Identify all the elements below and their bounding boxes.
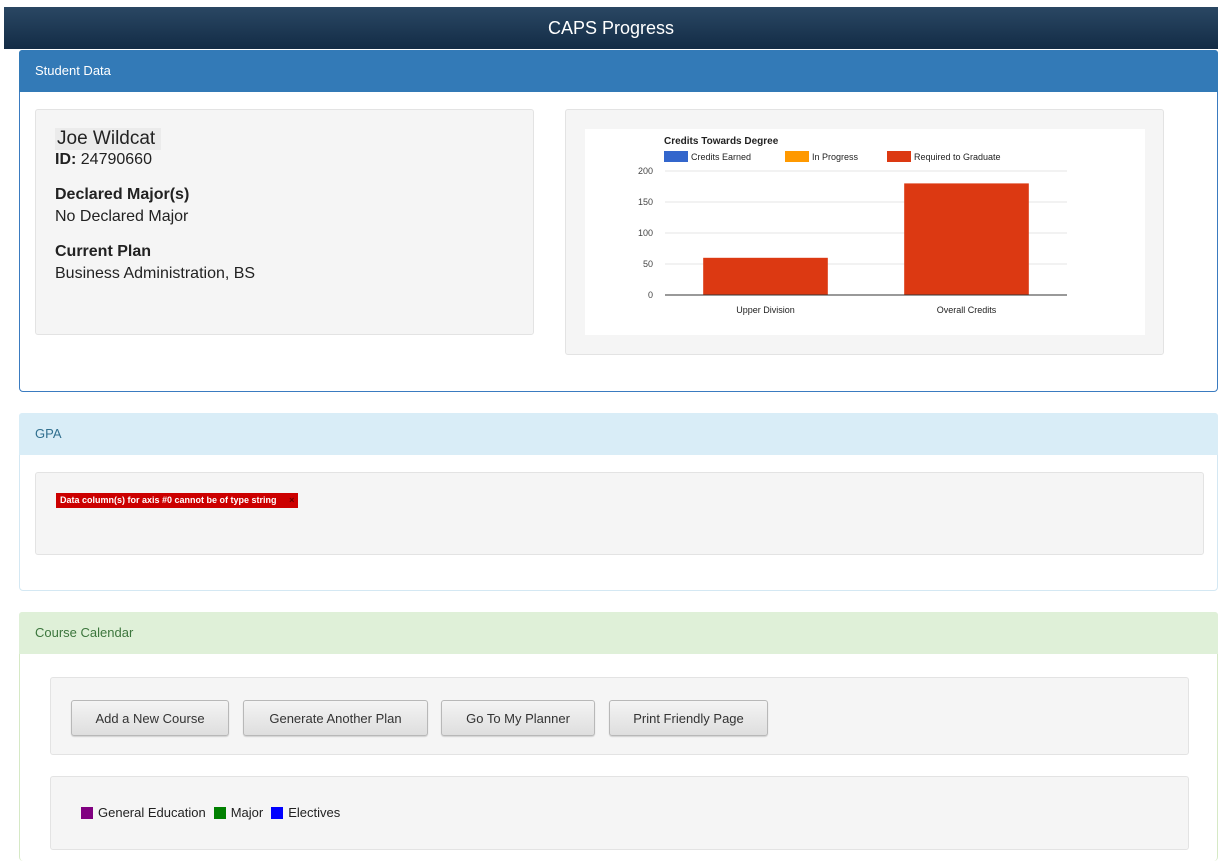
close-icon[interactable]: × <box>289 496 294 505</box>
credits-chart-card: Credits Towards Degree Credits Earned In P… <box>565 109 1164 355</box>
legend-label-major: Major <box>230 805 264 820</box>
student-data-panel: Student Data Joe Wildcat ID: 24790660 De… <box>19 50 1218 392</box>
go-to-my-planner-button[interactable]: Go To My Planner <box>441 700 595 736</box>
chart-legend-label: Required to Graduate <box>914 152 1001 162</box>
legend-item-electives: Electives <box>271 805 340 820</box>
declared-major-label: Declared Major(s) <box>55 186 190 203</box>
chart-bar <box>703 257 828 295</box>
chart-error-text: Data column(s) for axis #0 cannot be of … <box>60 495 277 505</box>
chart-error-message: Data column(s) for axis #0 cannot be of … <box>56 493 299 508</box>
legend-item-major: Major <box>213 805 264 820</box>
calendar-actions-bar: Add a New Course Generate Another Plan G… <box>50 677 1189 755</box>
student-id-label: ID: <box>55 151 77 168</box>
app-title-bar: CAPS Progress <box>4 7 1218 49</box>
gpa-panel: GPA Data column(s) for axis #0 cannot be… <box>19 413 1218 591</box>
student-name: Joe Wildcat <box>55 128 162 150</box>
chart-legend-label: In Progress <box>812 152 859 162</box>
chart-bar <box>904 183 1029 295</box>
chart-legend-label: Credits Earned <box>691 152 751 162</box>
student-id-line: ID: 24790660 <box>55 151 514 169</box>
app-title: CAPS Progress <box>547 18 675 38</box>
course-calendar-panel: Course Calendar Add a New Course Generat… <box>19 612 1218 861</box>
legend-item-general-education: General Education <box>81 805 206 820</box>
chart-y-tick-label: 50 <box>643 259 653 269</box>
generate-another-plan-button[interactable]: Generate Another Plan <box>243 700 428 736</box>
add-new-course-button[interactable]: Add a New Course <box>71 700 229 736</box>
legend-row: General Education Major Electives <box>81 805 348 820</box>
student-info-card: Joe Wildcat ID: 24790660 Declared Major(… <box>35 109 534 335</box>
print-friendly-page-button[interactable]: Print Friendly Page <box>609 700 768 736</box>
legend-label-general-education: General Education <box>98 805 206 820</box>
course-type-legend: General Education Major Electives <box>50 776 1189 850</box>
chart-legend-swatch <box>785 151 809 162</box>
course-calendar-heading: Course Calendar <box>19 612 1218 654</box>
chart-y-tick-label: 100 <box>638 228 653 238</box>
legend-swatch-major <box>213 806 226 819</box>
credits-chart-svg: Credits Towards Degree Credits Earned In P… <box>638 136 1067 315</box>
chart-y-tick-label: 200 <box>638 166 653 176</box>
credits-chart: Credits Towards Degree Credits Earned In P… <box>585 129 1145 335</box>
current-plan-label: Current Plan <box>55 243 152 260</box>
student-data-heading: Student Data <box>19 50 1218 92</box>
legend-swatch-electives <box>271 806 284 819</box>
gpa-heading: GPA <box>19 413 1218 455</box>
chart-y-tick-label: 150 <box>638 197 653 207</box>
gpa-chart-card: Data column(s) for axis #0 cannot be of … <box>35 472 1204 555</box>
chart-legend-swatch <box>887 151 911 162</box>
legend-swatch-general-education <box>81 806 93 819</box>
declared-major-value: No Declared Major <box>55 208 189 225</box>
current-plan-value: Business Administration, BS <box>55 265 256 282</box>
chart-x-tick-label: Overall Credits <box>937 305 997 315</box>
chart-y-tick-label: 0 <box>648 290 653 300</box>
chart-legend-swatch <box>664 151 688 162</box>
student-id-value: 24790660 <box>80 151 152 168</box>
chart-title: Credits Towards Degree <box>664 136 779 147</box>
legend-label-electives: Electives <box>288 805 341 820</box>
chart-x-tick-label: Upper Division <box>736 305 795 315</box>
